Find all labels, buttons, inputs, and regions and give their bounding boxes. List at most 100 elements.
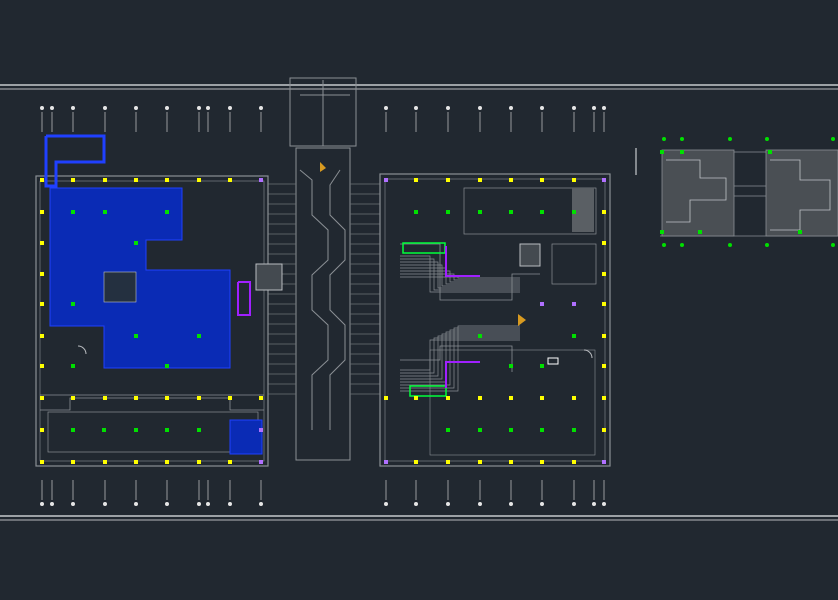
- grid-axis-bubble: [446, 502, 450, 506]
- column-marker: [509, 364, 513, 368]
- grid-axis-bubble: [134, 106, 138, 110]
- column-marker: [572, 428, 576, 432]
- grid-axis-bubble: [478, 502, 482, 506]
- column-marker: [602, 334, 606, 338]
- column-marker: [103, 460, 107, 464]
- grid-axis-bubble: [414, 502, 418, 506]
- grid-axis-bubble: [50, 502, 54, 506]
- grid-axis-bubble: [662, 137, 666, 141]
- column-marker: [165, 210, 169, 214]
- column-marker: [40, 334, 44, 338]
- column-marker: [680, 150, 684, 154]
- column-marker: [540, 396, 544, 400]
- grid-axis-bubble: [728, 243, 732, 247]
- grid-axis-bubble: [602, 502, 606, 506]
- grid-axis-bubble: [228, 502, 232, 506]
- column-marker: [71, 396, 75, 400]
- column-marker: [572, 302, 576, 306]
- column-marker: [414, 178, 418, 182]
- column-marker: [40, 460, 44, 464]
- grid-axis-bubble: [680, 137, 684, 141]
- column-marker: [446, 428, 450, 432]
- column-marker: [165, 364, 169, 368]
- grid-axis-bubble: [831, 243, 835, 247]
- grid-axis-bubble: [831, 137, 835, 141]
- grid-axis-bubble: [228, 106, 232, 110]
- grid-axis-bubble: [384, 106, 388, 110]
- column-marker: [71, 428, 75, 432]
- grid-axis-bubble: [728, 137, 732, 141]
- column-marker: [446, 396, 450, 400]
- column-marker: [540, 428, 544, 432]
- column-marker: [134, 396, 138, 400]
- grid-axis-bubble: [197, 502, 201, 506]
- column-marker: [197, 396, 201, 400]
- column-marker: [446, 210, 450, 214]
- grid-axis-bubble: [71, 106, 75, 110]
- column-marker: [40, 210, 44, 214]
- grid-axis-bubble: [206, 502, 210, 506]
- grid-axis-bubble: [40, 502, 44, 506]
- fixture-icon: [255, 263, 283, 291]
- column-marker: [228, 460, 232, 464]
- column-marker: [602, 460, 606, 464]
- column-marker: [40, 241, 44, 245]
- column-marker: [102, 428, 106, 432]
- column-marker: [446, 178, 450, 182]
- column-marker: [197, 178, 201, 182]
- column-marker: [509, 428, 513, 432]
- column-marker: [602, 178, 606, 182]
- column-marker: [478, 428, 482, 432]
- column-marker: [228, 178, 232, 182]
- column-marker: [197, 428, 201, 432]
- column-marker: [540, 178, 544, 182]
- column-marker: [384, 460, 388, 464]
- column-marker: [134, 178, 138, 182]
- column-marker: [103, 178, 107, 182]
- column-marker: [540, 460, 544, 464]
- grid-axis-bubble: [103, 106, 107, 110]
- column-marker: [71, 364, 75, 368]
- column-marker: [660, 150, 664, 154]
- column-marker: [509, 460, 513, 464]
- column-marker: [103, 396, 107, 400]
- grid-axis-bubble: [765, 137, 769, 141]
- fixture-icon: [519, 243, 541, 267]
- column-marker: [384, 178, 388, 182]
- grid-axis-bubble: [71, 502, 75, 506]
- column-marker: [798, 230, 802, 234]
- column-marker: [165, 178, 169, 182]
- column-marker: [540, 302, 544, 306]
- column-marker: [228, 396, 232, 400]
- grid-axis-bubble: [414, 106, 418, 110]
- column-marker: [572, 396, 576, 400]
- grid-axis-bubble: [765, 243, 769, 247]
- grid-axis-bubble: [540, 106, 544, 110]
- grid-axis-bubble: [572, 106, 576, 110]
- grid-axis-bubble: [259, 106, 263, 110]
- grid-axis-bubble: [662, 243, 666, 247]
- grid-axis-bubble: [50, 106, 54, 110]
- column-marker: [40, 302, 44, 306]
- grid-axis-bubble: [446, 106, 450, 110]
- grid-axis-bubble: [197, 106, 201, 110]
- grid-axis-bubble: [206, 106, 210, 110]
- column-marker: [414, 210, 418, 214]
- column-marker: [259, 428, 263, 432]
- column-marker: [572, 210, 576, 214]
- column-marker: [197, 460, 201, 464]
- grid-axis-bubble: [509, 106, 513, 110]
- column-marker: [660, 230, 664, 234]
- column-marker: [478, 178, 482, 182]
- grid-axis-bubble: [592, 502, 596, 506]
- column-marker: [509, 178, 513, 182]
- column-marker: [40, 396, 44, 400]
- column-marker: [134, 428, 138, 432]
- column-marker: [414, 396, 418, 400]
- column-marker: [540, 210, 544, 214]
- column-marker: [71, 460, 75, 464]
- column-marker: [572, 178, 576, 182]
- column-marker: [71, 178, 75, 182]
- column-marker: [572, 460, 576, 464]
- column-marker: [259, 460, 263, 464]
